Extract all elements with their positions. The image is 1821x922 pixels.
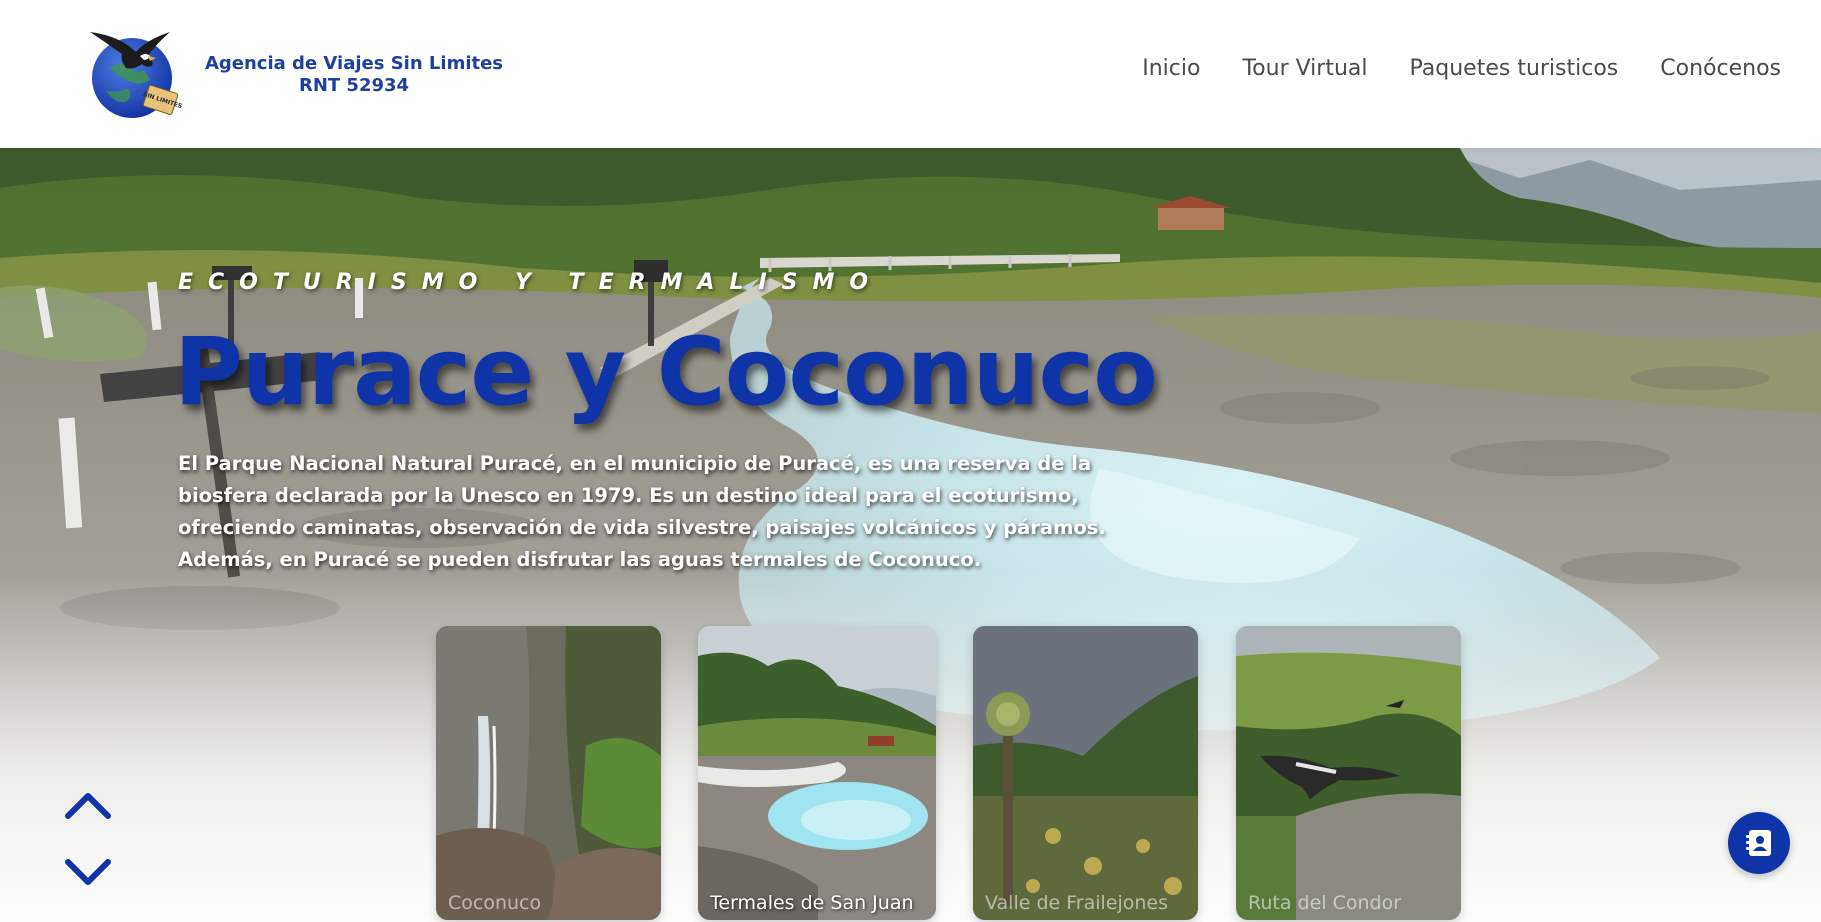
destination-card-ruta-del-condor[interactable]: Ruta del Condor: [1236, 626, 1461, 920]
card-image-coconuco: [436, 626, 661, 920]
main-nav: Inicio Tour Virtual Paquetes turisticos …: [1142, 56, 1781, 81]
site-header: SIN LIMITES Agencia de Viajes Sin Limite…: [0, 0, 1821, 148]
nav-inicio[interactable]: Inicio: [1142, 56, 1200, 81]
card-image-ruta-del-condor: [1236, 626, 1461, 920]
contact-button[interactable]: [1728, 812, 1790, 874]
nav-paquetes-turisticos[interactable]: Paquetes turisticos: [1410, 56, 1619, 81]
card-label-ruta-del-condor: Ruta del Condor: [1248, 892, 1402, 914]
card-label-termales-de-san-juan: Termales de San Juan: [710, 892, 914, 914]
nav-tour-virtual[interactable]: Tour Virtual: [1242, 56, 1367, 81]
carousel-up-button[interactable]: [62, 788, 114, 822]
card-image-valle-de-frailejones: [973, 626, 1198, 920]
chevron-up-icon: [65, 793, 111, 819]
destination-card-valle-de-frailejones[interactable]: Valle de Frailejones: [973, 626, 1198, 920]
agency-name: Agencia de Viajes Sin Limites: [204, 53, 504, 74]
card-image-termales-de-san-juan: [698, 626, 936, 920]
destination-card-coconuco[interactable]: Coconuco: [436, 626, 661, 920]
card-label-coconuco: Coconuco: [448, 892, 542, 914]
hero-section: ECOTURISMO Y TERMALISMO Purace y Coconuc…: [0, 148, 1821, 922]
site-logo[interactable]: SIN LIMITES Agencia de Viajes Sin Limite…: [88, 20, 503, 124]
destination-card-termales-de-san-juan[interactable]: Termales de San Juan: [698, 626, 936, 920]
destination-carousel: Coconuco Termales de San Juan Valle de F…: [0, 148, 1821, 922]
eagle-globe-icon: SIN LIMITES: [90, 32, 183, 118]
nav-conocenos[interactable]: Conócenos: [1660, 56, 1781, 81]
logo-text: Agencia de Viajes Sin Limites RNT 52934: [204, 53, 504, 97]
carousel-down-button[interactable]: [62, 856, 114, 890]
chevron-down-icon: [65, 859, 111, 885]
address-book-icon: [1746, 830, 1771, 856]
card-label-valle-de-frailejones: Valle de Frailejones: [985, 892, 1169, 914]
rnt-number: RNT 52934: [298, 75, 410, 96]
